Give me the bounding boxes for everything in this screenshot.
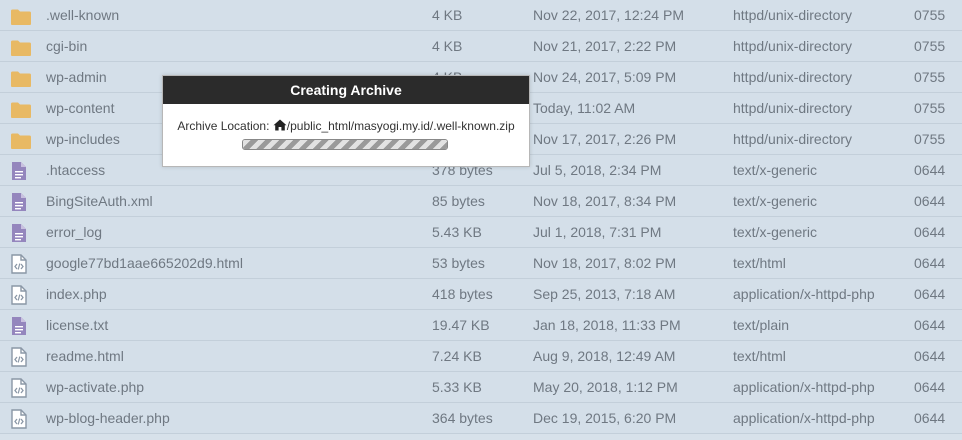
dialog-title: Creating Archive [163,76,529,104]
file-name: index.php [46,286,107,302]
file-permissions: 0644 [914,410,946,426]
file-name: license.txt [46,317,109,333]
archive-location-path: /public_html/masyogi.my.id/.well-known.z… [286,119,515,133]
file-size: 5.43 KB [432,224,482,240]
file-type: text/x-generic [733,224,818,240]
file-type: application/x-httpd-php [733,379,875,395]
file-type: httpd/unix-directory [733,7,853,23]
file-permissions: 0644 [914,286,946,302]
file-row[interactable]: google77bd1aae665202d9.html 53 bytes Nov 1… [0,248,962,279]
file-type: httpd/unix-directory [733,131,853,147]
file-size: 7.24 KB [432,348,482,364]
file-modified-date: Sep 25, 2013, 7:18 AM [533,286,676,302]
file-modified-date: Nov 18, 2017, 8:34 PM [533,193,677,209]
archive-location-line: Archive Location: /public_html/masyogi.m… [163,119,529,133]
file-name: error_log [46,224,103,240]
file-size: 4 KB [432,38,463,54]
file-type: httpd/unix-directory [733,69,853,85]
file-permissions: 0644 [914,379,946,395]
file-modified-date: Nov 22, 2017, 12:24 PM [533,7,684,23]
file-size: 5.33 KB [432,379,482,395]
file-modified-date: Nov 18, 2017, 8:02 PM [533,255,677,271]
file-modified-date: Aug 9, 2018, 12:49 AM [533,348,676,364]
dialog-body: Archive Location: /public_html/masyogi.m… [163,104,529,150]
file-row[interactable]: error_log 5.43 KB Jul 1, 2018, 7:31 PM text… [0,217,962,248]
file-permissions: 0644 [914,224,946,240]
file-table: .well-known 4 KB Nov 22, 2017, 12:24 PM htt… [0,0,962,434]
file-row[interactable]: readme.html 7.24 KB Aug 9, 2018, 12:49 AM t… [0,341,962,372]
file-modified-date: Jan 18, 2018, 11:33 PM [533,317,681,333]
file-name: wp-blog-header.php [46,410,170,426]
file-type: application/x-httpd-php [733,286,875,302]
file-permissions: 0755 [914,100,946,116]
file-row[interactable]: license.txt 19.47 KB Jan 18, 2018, 11:33 P… [0,310,962,341]
file-type: text/x-generic [733,162,818,178]
file-permissions: 0755 [914,131,946,147]
file-permissions: 0644 [914,193,946,209]
file-name: wp-admin [46,69,107,85]
file-size: 364 bytes [432,410,493,426]
file-modified-date: Nov 24, 2017, 5:09 PM [533,69,677,85]
file-size: 53 bytes [432,255,485,271]
file-permissions: 0755 [914,38,946,54]
file-row[interactable]: cgi-bin 4 KB Nov 21, 2017, 2:22 PM httpd/un… [0,31,962,62]
file-row[interactable]: BingSiteAuth.xml 85 bytes Nov 18, 2017, 8:… [0,186,962,217]
file-row[interactable]: wp-activate.php 5.33 KB May 20, 2018, 1:12… [0,372,962,403]
file-type: application/x-httpd-php [733,410,875,426]
file-name: .well-known [46,7,120,23]
file-name: .htaccess [46,162,106,178]
file-type: text/html [733,255,786,271]
file-size: 418 bytes [432,286,493,302]
file-row[interactable]: .well-known 4 KB Nov 22, 2017, 12:24 PM htt… [0,0,962,31]
file-name: wp-includes [46,131,120,147]
file-name: BingSiteAuth.xml [46,193,153,209]
file-permissions: 0644 [914,348,946,364]
archive-location-label: Archive Location: [177,119,270,133]
file-name: wp-content [46,100,115,116]
file-modified-date: May 20, 2018, 1:12 PM [533,379,678,395]
home-icon [273,119,287,131]
file-type: text/plain [733,317,790,333]
creating-archive-dialog: Creating Archive Archive Location: /publ… [162,75,530,167]
file-permissions: 0644 [914,317,946,333]
file-type: httpd/unix-directory [733,38,853,54]
file-name: cgi-bin [46,38,88,54]
file-name: readme.html [46,348,124,364]
file-modified-date: Jul 1, 2018, 7:31 PM [533,224,662,240]
file-modified-date: Nov 17, 2017, 2:26 PM [533,131,677,147]
archive-progress-bar [242,139,448,150]
file-name: google77bd1aae665202d9.html [46,255,243,271]
file-permissions: 0755 [914,69,946,85]
file-row[interactable]: index.php 418 bytes Sep 25, 2013, 7:18 AM a… [0,279,962,310]
file-name: wp-activate.php [46,379,145,395]
file-type: httpd/unix-directory [733,100,853,116]
file-row[interactable]: wp-blog-header.php 364 bytes Dec 19, 2015,… [0,403,962,434]
file-modified-date: Jul 5, 2018, 2:34 PM [533,162,662,178]
file-size: 4 KB [432,7,463,23]
archive-progress-fill [243,140,447,149]
file-type: text/html [733,348,786,364]
file-type: text/x-generic [733,193,818,209]
file-permissions: 0755 [914,7,946,23]
file-modified-date: Nov 21, 2017, 2:22 PM [533,38,677,54]
file-permissions: 0644 [914,162,946,178]
file-size: 85 bytes [432,193,485,209]
file-modified-date: Dec 19, 2015, 6:20 PM [533,410,677,426]
file-size: 19.47 KB [432,317,490,333]
file-permissions: 0644 [914,255,946,271]
file-modified-date: Today, 11:02 AM [533,100,636,116]
